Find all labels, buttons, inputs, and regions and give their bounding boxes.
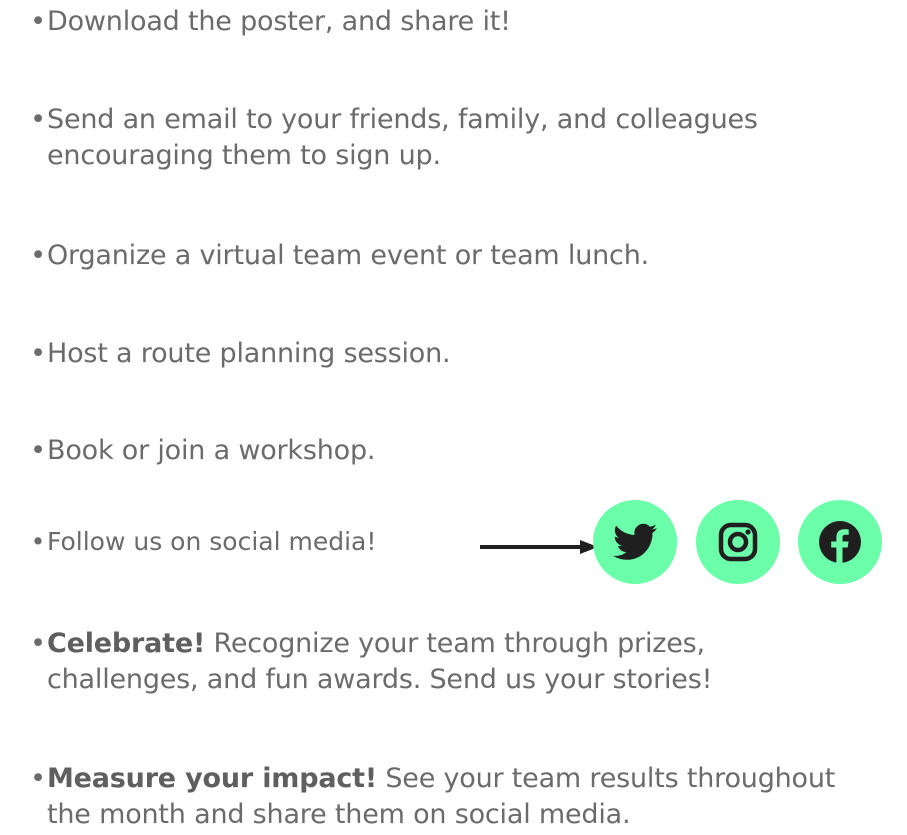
list-item-measure: • Measure your impact! See your team res… xyxy=(30,761,900,833)
right-arrow-icon xyxy=(480,540,598,554)
measure-heading: Measure your impact! xyxy=(47,763,377,794)
list-item-text: Download the poster, and share it! xyxy=(47,6,511,37)
list-item-email: • Send an email to your friends, family,… xyxy=(30,102,900,174)
bullet: • xyxy=(30,338,46,369)
bullet: • xyxy=(30,104,46,135)
facebook-button[interactable] xyxy=(798,500,882,584)
list-item-celebrate: • Celebrate! Recognize your team through… xyxy=(30,626,900,698)
list-item-text: Host a route planning session. xyxy=(47,338,451,369)
facebook-icon xyxy=(819,521,861,563)
list-item-follow: • Follow us on social media! xyxy=(30,500,900,584)
list-item-text-line-2: the month and share them on social media… xyxy=(47,799,631,830)
celebrate-text: Recognize your team through prizes, xyxy=(205,628,705,659)
action-list: • Download the poster, and share it! • S… xyxy=(0,0,907,835)
bullet: • xyxy=(30,6,46,37)
twitter-icon xyxy=(613,523,657,560)
list-item-text-line-1: Celebrate! Recognize your team through p… xyxy=(47,626,902,662)
bullet: • xyxy=(30,240,46,271)
list-item-text-line-1: Measure your impact! See your team resul… xyxy=(47,761,902,797)
instagram-button[interactable] xyxy=(696,500,780,584)
list-item-text: Book or join a workshop. xyxy=(47,435,376,466)
bullet: • xyxy=(30,527,46,556)
twitter-button[interactable] xyxy=(593,500,677,584)
list-item-text-line-2: challenges, and fun awards. Send us your… xyxy=(47,664,713,695)
list-item-text: Organize a virtual team event or team lu… xyxy=(47,240,649,271)
bullet: • xyxy=(30,628,46,659)
instagram-icon xyxy=(718,522,758,562)
list-item-text-line-2: encouraging them to sign up. xyxy=(47,140,441,171)
list-item-text-line-1: Send an email to your friends, family, a… xyxy=(47,104,758,135)
bullet: • xyxy=(30,763,46,794)
measure-text: See your team results throughout xyxy=(376,763,836,794)
follow-text: Follow us on social media! xyxy=(47,527,377,556)
celebrate-heading: Celebrate! xyxy=(47,628,206,659)
bullet: • xyxy=(30,435,46,466)
